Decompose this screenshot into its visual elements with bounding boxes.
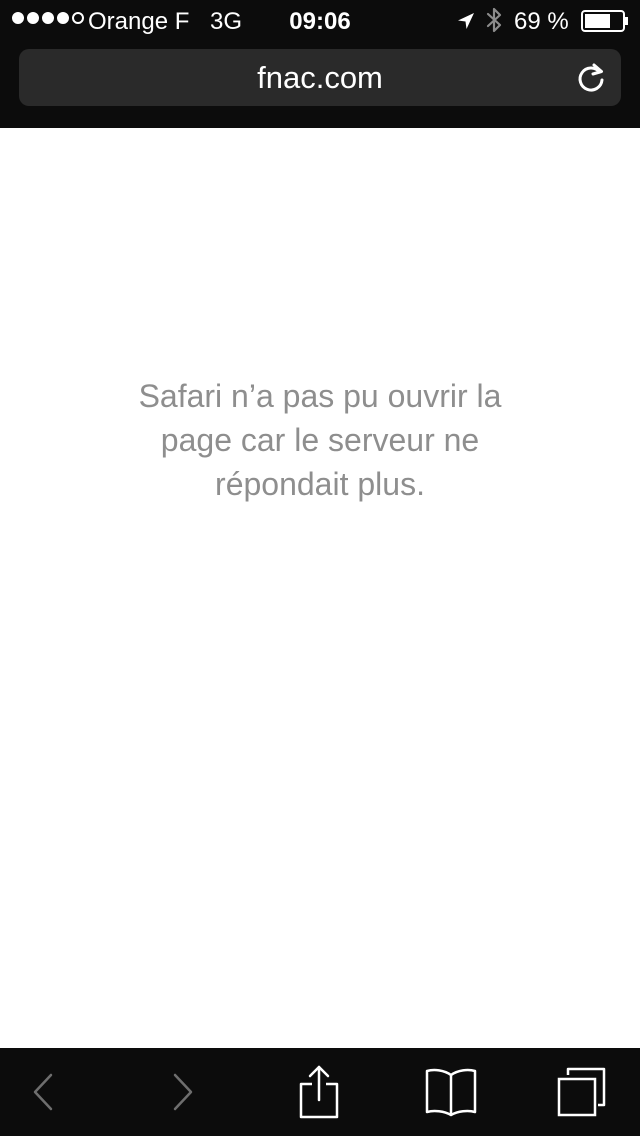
- bottom-toolbar: [0, 1048, 640, 1136]
- tabs-icon[interactable]: [556, 1066, 608, 1118]
- error-message: Safari n’a pas pu ouvrir la page car le …: [138, 378, 502, 502]
- battery-icon: [581, 10, 629, 32]
- chevron-left-icon[interactable]: [31, 1072, 55, 1112]
- book-icon[interactable]: [424, 1067, 478, 1117]
- safari-screen: Orange F 3G 09:06 69 % fnac.com Safari n…: [0, 0, 640, 1136]
- forward-button[interactable]: [148, 1048, 218, 1136]
- bookmarks-button[interactable]: [414, 1048, 488, 1136]
- chevron-right-icon[interactable]: [171, 1072, 195, 1112]
- location-arrow-icon: [456, 10, 476, 30]
- share-button[interactable]: [282, 1048, 356, 1136]
- battery-percentage: 69 %: [514, 8, 569, 35]
- url-text[interactable]: fnac.com: [19, 49, 621, 106]
- top-chrome: Orange F 3G 09:06 69 % fnac.com: [0, 0, 640, 128]
- page-content: Safari n’a pas pu ouvrir la page car le …: [0, 128, 640, 1048]
- address-bar[interactable]: fnac.com: [19, 49, 621, 106]
- bluetooth-icon: [484, 7, 504, 33]
- share-icon[interactable]: [298, 1064, 340, 1120]
- tabs-button[interactable]: [545, 1048, 619, 1136]
- reload-button[interactable]: [573, 60, 609, 96]
- status-bar: Orange F 3G 09:06 69 %: [0, 0, 640, 40]
- back-button[interactable]: [8, 1048, 78, 1136]
- reload-icon[interactable]: [573, 60, 609, 96]
